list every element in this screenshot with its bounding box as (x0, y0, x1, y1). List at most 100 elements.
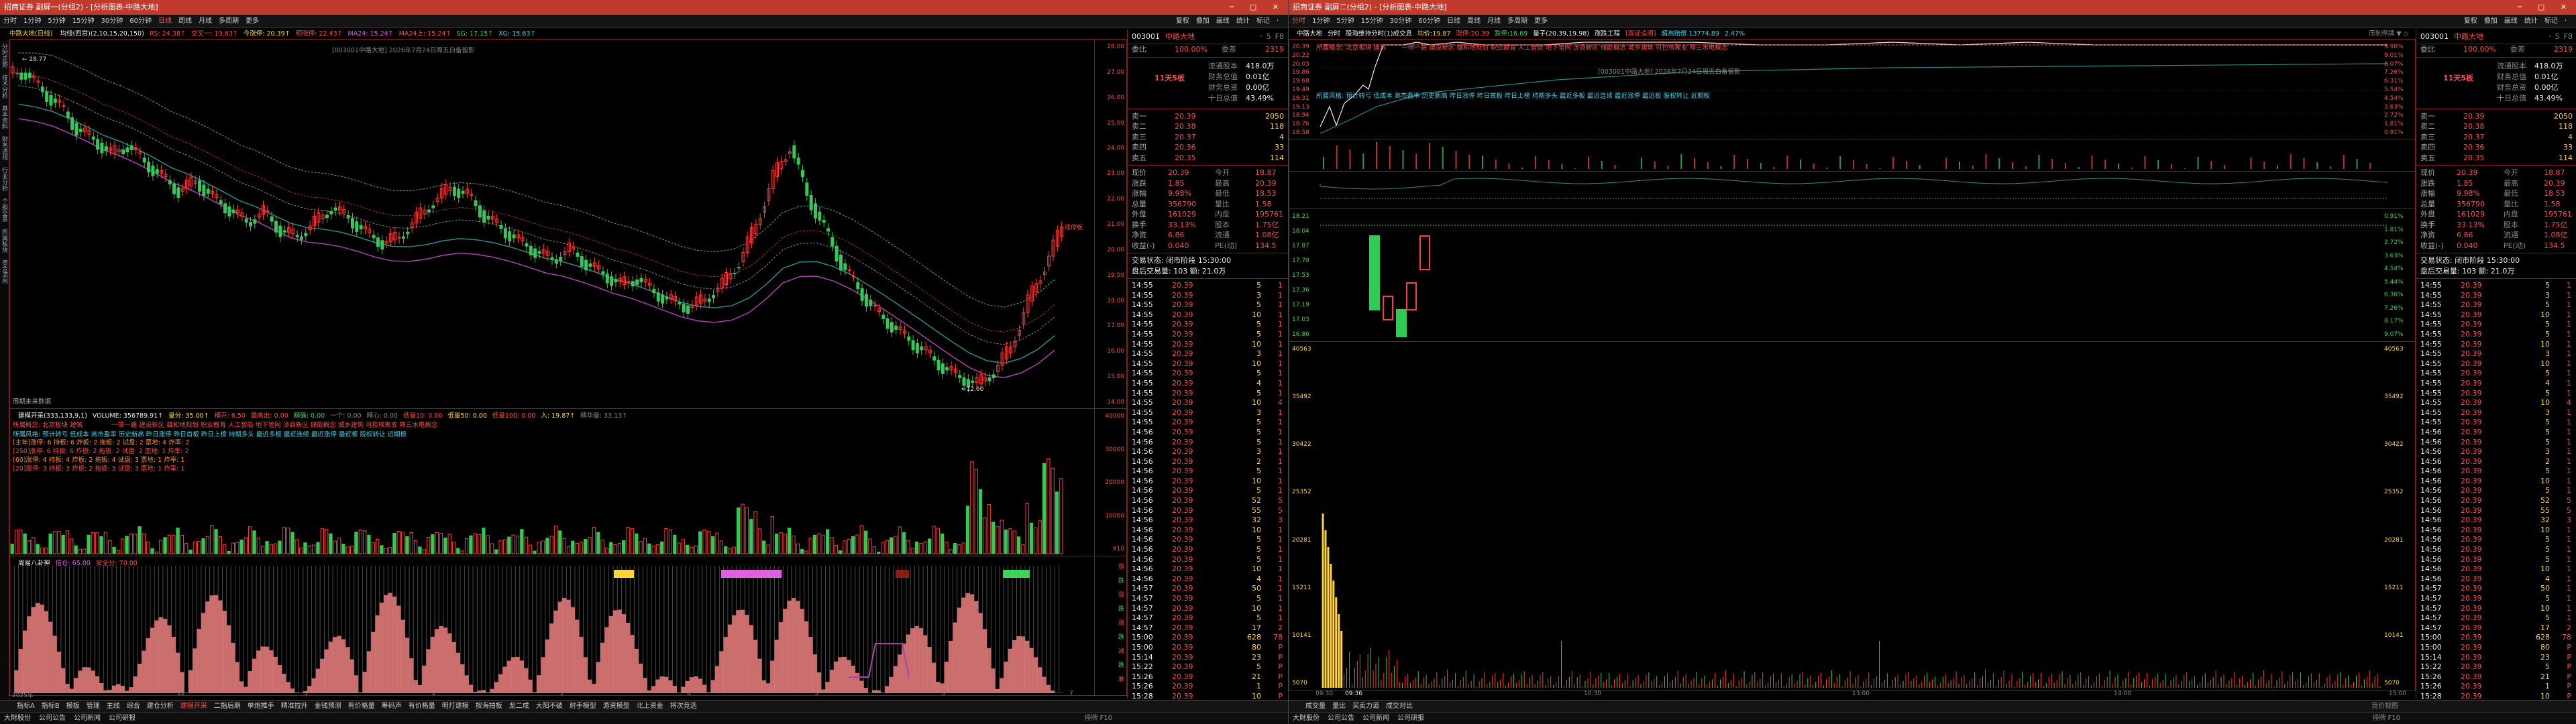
indicator-tab[interactable]: 游资模型 (603, 703, 630, 710)
period-tab-10[interactable]: 更多 (1534, 17, 1548, 25)
period-tab-4[interactable]: 30分钟 (101, 17, 123, 25)
indicator-tab[interactable]: 成交量 (1305, 703, 1326, 710)
indicator-tab[interactable]: 大阳不破 (536, 703, 563, 710)
header-tag[interactable]: 5 (1267, 32, 1271, 41)
tick-row: 15:26 20.39 21 P (1128, 672, 1288, 682)
auction-candle-chart[interactable]: 18.21 18.04 17.87 17.70 17.53 17.36 17.19 17.03… (1289, 209, 2416, 342)
period-tab-2[interactable]: 5分钟 (48, 17, 65, 25)
indicator-tab[interactable]: 量比 (1332, 703, 1346, 710)
indicator-tab[interactable]: 射手模型 (570, 703, 596, 710)
chart-tool-0[interactable]: 复权 (2464, 17, 2477, 25)
oscillator-pane[interactable]: 周易八卦神 信仓: 65.00 安全分: 70.00 涨跌涨跌涨跌减跌准 (9, 556, 1127, 696)
chart-tool-5[interactable]: · (1277, 17, 1279, 25)
period-tab-0[interactable]: 分时 (3, 17, 17, 25)
period-tab-2[interactable]: 5分钟 (1336, 17, 1354, 25)
intraday-options[interactable]: 压制停牌 ▼ ◇ (2369, 29, 2408, 39)
period-tab-5[interactable]: 60分钟 (129, 17, 152, 25)
header-tag[interactable]: 5 (2555, 32, 2560, 41)
period-tab-6[interactable]: 日线 (1447, 17, 1460, 25)
volume-pane[interactable]: 建模开采(333,133,9,1) VOLUME: 356789.91↑ 量分: 3… (9, 409, 1127, 556)
quote-cell: 外盘 (2420, 210, 2435, 219)
indicator-tab[interactable]: 二指后期 (214, 703, 241, 710)
kline-chart[interactable]: ← 28.77 ←12.60 涨停板 [003001中路大地] 2026年7月24日… (9, 39, 1127, 409)
header-tags[interactable]: · 5 F8 (1256, 29, 1284, 44)
period-tab-1[interactable]: 1分钟 (1312, 17, 1330, 25)
period-tab-10[interactable]: 更多 (246, 17, 259, 25)
period-tab-9[interactable]: 多周期 (1507, 17, 1527, 25)
indicator-tab[interactable]: 建仓分析 (147, 703, 174, 710)
indicator-tab[interactable]: 综合 (127, 703, 140, 710)
tick-cell: 20.39 (1172, 476, 1193, 485)
indicator-tab[interactable]: 买卖力道 (1352, 703, 1379, 710)
indicator-tab[interactable]: 将次竞选 (670, 703, 697, 710)
indicator-tab[interactable]: 精准拉升 (281, 703, 308, 710)
status-link[interactable]: 大財股份 (4, 715, 31, 722)
intraday-volume-chart[interactable]: 40563 35492 30422 25352 20281 15211 10141 5070 … (1289, 342, 2416, 690)
period-tab-9[interactable]: 多周期 (219, 17, 239, 25)
indicator-tab[interactable]: 有价格量 (348, 703, 375, 710)
indicator-tab[interactable]: 龙二成 (509, 703, 529, 710)
status-link[interactable]: 公司研报 (1397, 715, 1424, 722)
intraday-price-chart[interactable]: 所属概念: 北京板块 建筑 一带一路 建设新区 雄和地规划 职业教育 人工智能 … (1289, 39, 2416, 139)
indicator-tab[interactable]: 指标B (42, 703, 60, 710)
period-tab-3[interactable]: 15分钟 (1361, 17, 1383, 25)
period-tab-1[interactable]: 1分钟 (23, 17, 41, 25)
indicator-tab[interactable]: 管理 (87, 703, 100, 710)
chart-tool-0[interactable]: 复权 (1176, 17, 1189, 25)
tick-cell: 15:14 (2420, 652, 2442, 662)
status-link[interactable]: 公司新闻 (1362, 715, 1389, 722)
header-tags[interactable]: · 5 F8 (2544, 29, 2573, 44)
indicator-tab[interactable]: 金钱预测 (315, 703, 341, 710)
period-tab-7[interactable]: 周线 (1467, 17, 1481, 25)
period-tab-8[interactable]: 月线 (199, 17, 212, 25)
period-tab-7[interactable]: 周线 (178, 17, 192, 25)
chart-tool-2[interactable]: 画线 (2504, 17, 2518, 25)
indicator-tab[interactable]: 筹码声 (382, 703, 402, 710)
indicator-tab[interactable]: 主线 (107, 703, 120, 710)
indicator-tab[interactable]: 有价格量 (409, 703, 435, 710)
chart-tool-2[interactable]: 画线 (1216, 17, 1230, 25)
indicator-tab[interactable]: 成交对比 (1386, 703, 1413, 710)
auction-view-tab[interactable]: 竞价视图 (2371, 701, 2398, 712)
tick-cell: 14:55 (2420, 339, 2442, 349)
header-tag[interactable]: · (1260, 32, 1263, 41)
tick-cell: 14:56 (2420, 476, 2442, 485)
chart-tool-3[interactable]: 统计 (1236, 17, 1250, 25)
indicator-tab[interactable]: 建模开采 (180, 703, 207, 710)
status-link[interactable]: 公司研报 (109, 715, 136, 722)
chart-tool-3[interactable]: 统计 (2524, 17, 2538, 25)
chart-tool-1[interactable]: 叠加 (1196, 17, 1210, 25)
status-link[interactable]: 公司新闻 (74, 715, 101, 722)
status-link[interactable]: 大財股份 (1293, 715, 1320, 722)
header-tag[interactable]: F8 (2564, 32, 2573, 41)
candle (987, 377, 991, 381)
header-tag[interactable]: F8 (1275, 32, 1284, 41)
window-controls-2[interactable]: ─ ▢ ✕ (2518, 0, 2573, 15)
chart-tool-4[interactable]: 标记 (1256, 17, 1270, 25)
window-controls[interactable]: ─ ▢ ✕ (1230, 0, 1285, 15)
indicator-tab[interactable]: 模板 (66, 703, 80, 710)
indicator-tab[interactable]: 单炮推手 (248, 703, 274, 710)
period-tab-0[interactable]: 分时 (1292, 17, 1305, 25)
indicator-tab[interactable]: 按海拍板 (476, 703, 502, 710)
period-tab-3[interactable]: 15分钟 (72, 17, 95, 25)
tick-cell: 20.39 (2461, 574, 2482, 583)
period-tab-8[interactable]: 月线 (1487, 17, 1501, 25)
volume-bar (108, 540, 112, 554)
status-link[interactable]: 公司公告 (1328, 715, 1354, 722)
indicator-tab[interactable]: 明灯建模 (442, 703, 469, 710)
tick-cell: 20.39 (2461, 545, 2482, 554)
left-side-toolbar[interactable]: 分时走势 技术分析 基本资料 财务透视 行业分析 个股全景 所属板块 资金流向 (0, 40, 9, 701)
chart-tool-4[interactable]: 标记 (2544, 17, 2558, 25)
osc-area (1016, 636, 1021, 693)
period-tab-5[interactable]: 60分钟 (1418, 17, 1440, 25)
header-tag[interactable]: · (2548, 32, 2551, 41)
period-tab-6[interactable]: 日线 (158, 17, 172, 25)
indicator-tab[interactable]: 指标A (17, 703, 35, 710)
status-link[interactable]: 公司公告 (39, 715, 66, 722)
period-tab-4[interactable]: 30分钟 (1389, 17, 1411, 25)
volume-bar (737, 507, 741, 554)
indicator-tab[interactable]: 北上资金 (637, 703, 663, 710)
chart-tool-5[interactable]: · (2565, 17, 2567, 25)
chart-tool-1[interactable]: 叠加 (2484, 17, 2498, 25)
